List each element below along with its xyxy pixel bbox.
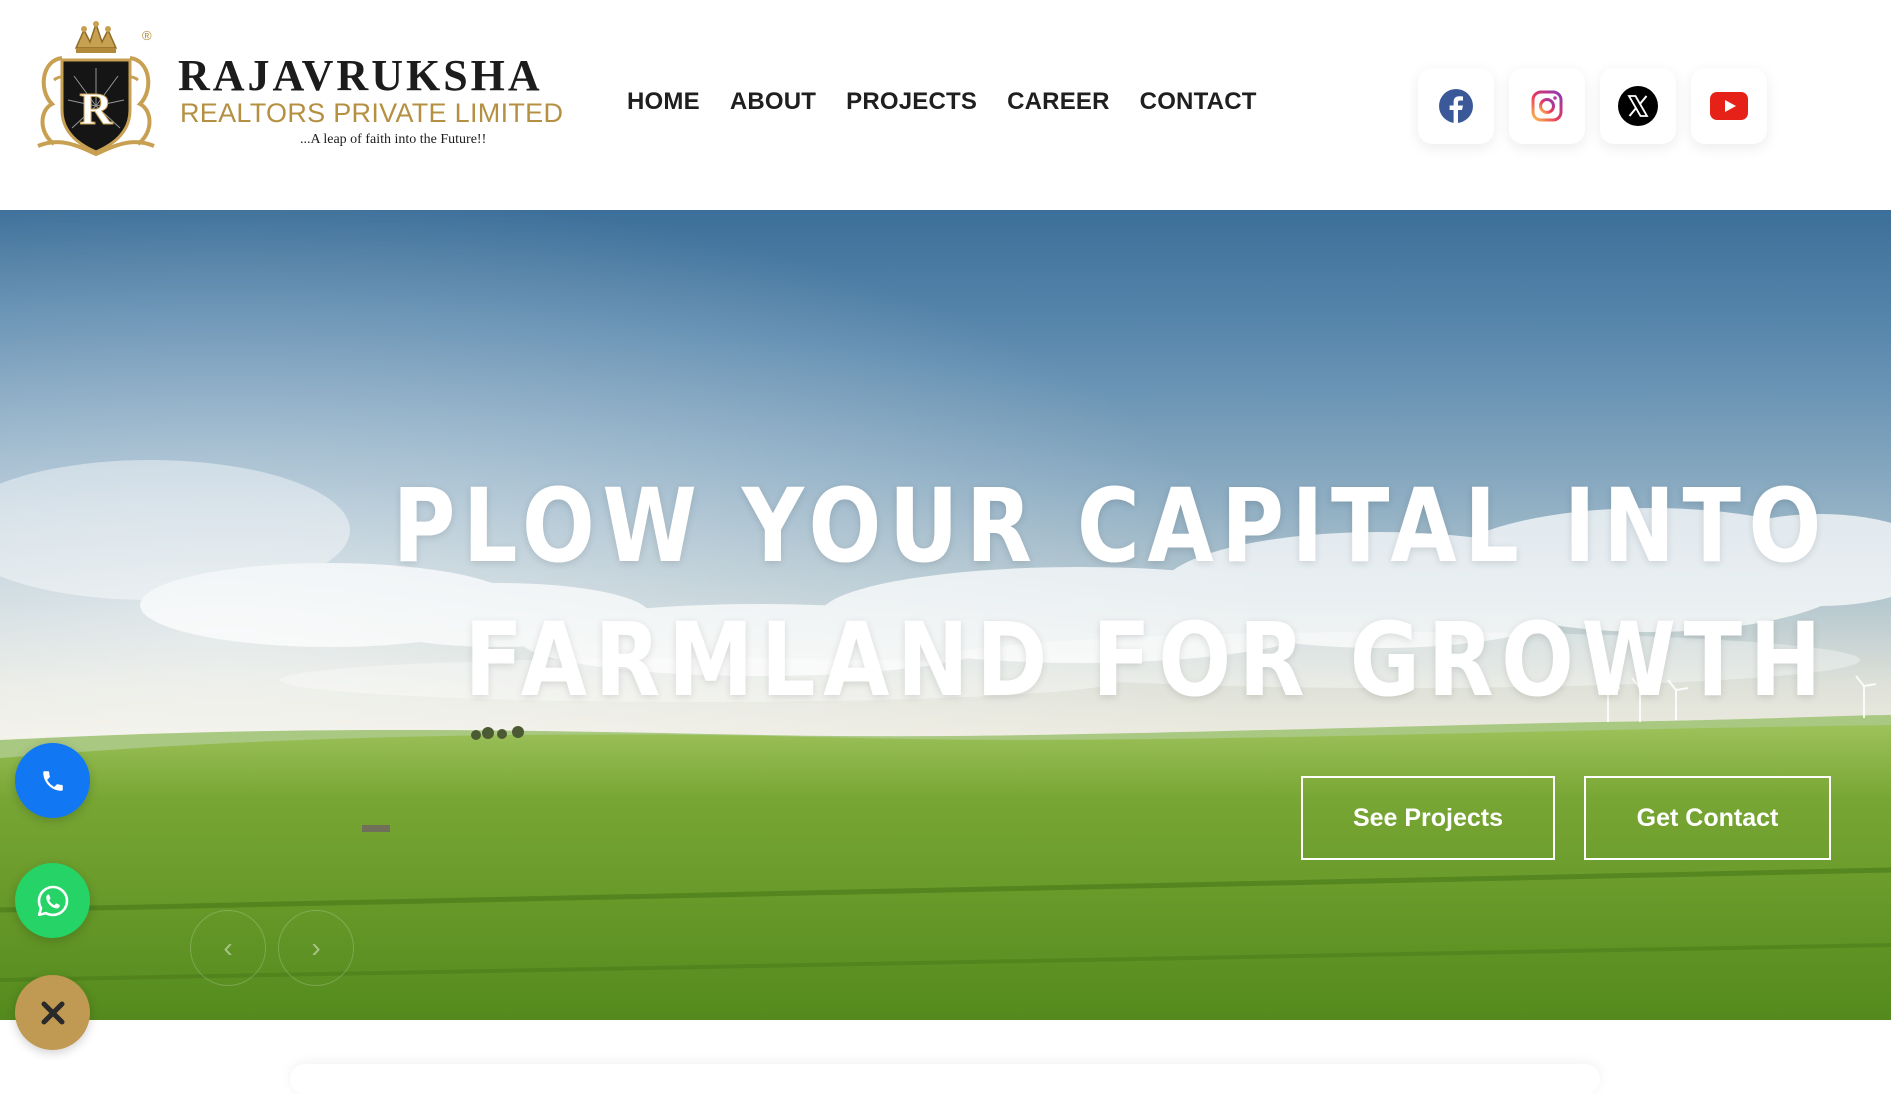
hero-headline: PLOW YOUR CAPITAL INTO FARMLAND FOR GROW… <box>393 460 1829 728</box>
hero-headline-line1: PLOW YOUR CAPITAL INTO <box>392 467 1829 586</box>
next-section-card <box>290 1064 1600 1094</box>
call-button[interactable] <box>15 743 90 818</box>
close-icon <box>41 1001 64 1024</box>
hero-headline-line2: FARMLAND FOR GROWTH <box>464 601 1829 720</box>
facebook-icon <box>1439 89 1473 123</box>
nav-item-home[interactable]: HOME <box>627 88 700 116</box>
instagram-icon <box>1531 90 1563 122</box>
nav-item-about[interactable]: ABOUT <box>730 88 816 116</box>
chevron-right-icon: › <box>311 932 321 963</box>
chevron-left-icon: ‹ <box>223 932 233 963</box>
brand-logo[interactable]: R ® RAJAVRUKSHA REALTORS PRIVATE LIMITED… <box>32 20 563 180</box>
nav-item-contact[interactable]: CONTACT <box>1140 88 1257 116</box>
crest-emblem: R <box>37 21 155 157</box>
slider-prev-button[interactable]: ‹ <box>190 910 266 986</box>
social-links <box>1418 68 1767 144</box>
see-projects-button[interactable]: See Projects <box>1301 776 1555 860</box>
close-floating-button[interactable] <box>15 975 90 1050</box>
youtube-icon <box>1710 92 1748 120</box>
slider-next-button[interactable]: › <box>278 910 354 986</box>
facebook-link[interactable] <box>1418 68 1494 144</box>
registered-mark: ® <box>142 28 152 43</box>
brand-subtitle: REALTORS PRIVATE LIMITED <box>180 98 564 128</box>
get-contact-button[interactable]: Get Contact <box>1584 776 1831 860</box>
nav-item-projects[interactable]: PROJECTS <box>846 88 977 116</box>
nav-item-career[interactable]: CAREER <box>1007 88 1110 116</box>
whatsapp-button[interactable] <box>15 863 90 938</box>
x-icon <box>1618 86 1658 126</box>
phone-icon <box>42 770 63 791</box>
brand-name: RAJAVRUKSHA <box>178 51 543 100</box>
site-header: R ® RAJAVRUKSHA REALTORS PRIVATE LIMITED… <box>0 0 1891 210</box>
brand-tagline: ...A leap of faith into the Future!! <box>300 132 487 147</box>
youtube-link[interactable] <box>1691 68 1767 144</box>
hero-banner: PLOW YOUR CAPITAL INTO FARMLAND FOR GROW… <box>0 210 1891 1020</box>
whatsapp-icon <box>37 885 68 916</box>
instagram-link[interactable] <box>1509 68 1585 144</box>
x-link[interactable] <box>1600 68 1676 144</box>
crest-letter: R <box>79 83 113 134</box>
main-nav: HOME ABOUT PROJECTS CAREER CONTACT <box>627 88 1257 116</box>
